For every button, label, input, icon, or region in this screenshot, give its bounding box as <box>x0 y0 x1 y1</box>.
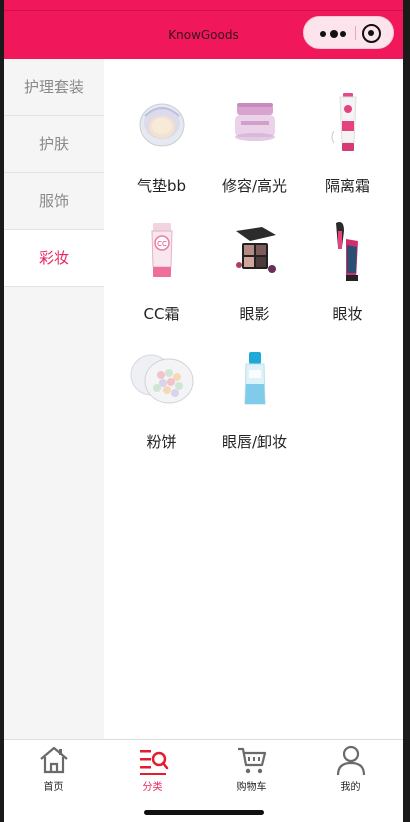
bottom-tab-bar: 首页 分类 购物车 我的 <box>4 739 403 798</box>
sidebar-item-makeup[interactable]: 彩妆 <box>4 230 104 287</box>
product-category-panel: 气垫bb 修容/高光 隔离霜 CC CC霜 眼影 眼妆 粉饼 眼唇/卸妆 <box>104 59 403 739</box>
home-indicator <box>144 810 264 815</box>
mascara-icon <box>313 215 383 287</box>
product-label: 粉饼 <box>146 433 177 451</box>
product-label: 眼妆 <box>332 305 363 323</box>
phone-screen: KnowGoods 护理套装 护肤 服饰 彩妆 气垫bb 修容/高光 隔离霜 C… <box>4 0 403 822</box>
product-label: 隔离霜 <box>324 177 370 195</box>
product-label: 修容/高光 <box>221 177 288 195</box>
sidebar-item-skincare[interactable]: 护肤 <box>4 116 104 173</box>
tab-label: 购物车 <box>236 782 267 793</box>
cream-jar-icon <box>220 87 290 159</box>
product-item[interactable]: 隔离霜 <box>301 79 394 195</box>
svg-text:CC: CC <box>157 240 167 248</box>
capsule-divider <box>355 26 356 40</box>
powder-pearls-icon <box>127 343 197 415</box>
tab-category[interactable]: 分类 <box>103 740 202 799</box>
sidebar-item-care-sets[interactable]: 护理套装 <box>4 59 104 116</box>
cart-icon <box>236 744 268 776</box>
category-sidebar: 护理套装 护肤 服饰 彩妆 <box>4 59 104 739</box>
product-label: 眼唇/卸妆 <box>221 433 288 451</box>
sidebar-item-apparel[interactable]: 服饰 <box>4 173 104 230</box>
tab-label: 首页 <box>43 782 64 793</box>
tab-profile[interactable]: 我的 <box>301 740 400 799</box>
product-item[interactable]: 修容/高光 <box>208 79 301 195</box>
home-icon <box>38 744 70 776</box>
product-item[interactable]: CC CC霜 <box>115 207 208 323</box>
product-label: CC霜 <box>143 305 180 323</box>
more-icon[interactable] <box>320 30 346 38</box>
product-label: 眼影 <box>239 305 270 323</box>
cc-cream-tube-icon: CC <box>127 215 197 287</box>
remover-bottle-icon <box>220 343 290 415</box>
product-item[interactable]: 粉饼 <box>115 335 208 451</box>
tab-home[interactable]: 首页 <box>4 740 103 799</box>
product-item[interactable]: 气垫bb <box>115 79 208 195</box>
cushion-compact-icon <box>127 87 197 159</box>
status-bar <box>4 0 403 11</box>
product-item[interactable]: 眼妆 <box>301 207 394 323</box>
tab-label: 我的 <box>340 782 361 793</box>
product-label: 气垫bb <box>136 177 187 195</box>
category-icon <box>137 744 169 776</box>
mini-program-capsule <box>303 16 394 49</box>
primer-tube-icon <box>313 87 383 159</box>
eyeshadow-palette-icon <box>220 215 290 287</box>
nav-bar: KnowGoods <box>4 11 403 59</box>
user-icon <box>335 744 367 776</box>
tab-label: 分类 <box>142 782 163 793</box>
tab-cart[interactable]: 购物车 <box>202 740 301 799</box>
product-grid: 气垫bb 修容/高光 隔离霜 CC CC霜 眼影 眼妆 粉饼 眼唇/卸妆 <box>115 79 395 451</box>
close-mini-program-icon[interactable] <box>362 24 381 43</box>
product-item[interactable]: 眼唇/卸妆 <box>208 335 301 451</box>
product-item[interactable]: 眼影 <box>208 207 301 323</box>
